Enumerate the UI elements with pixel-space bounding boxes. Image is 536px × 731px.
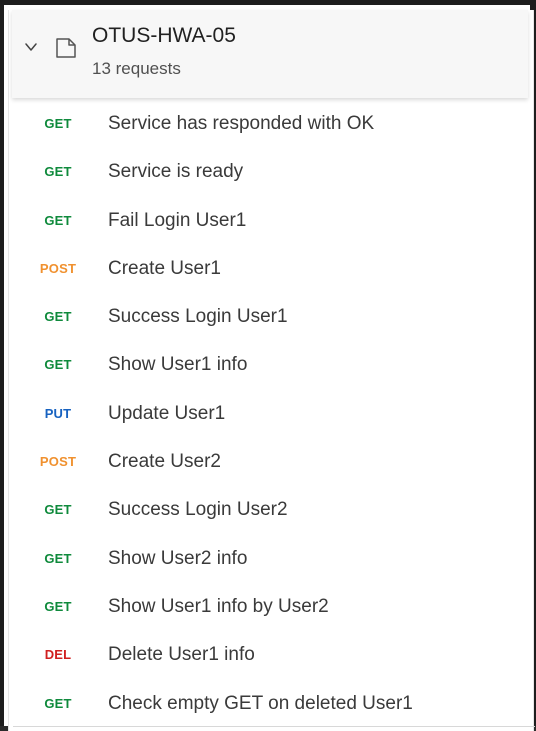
request-method-badge: POST [39, 454, 77, 470]
collection-header[interactable]: OTUS-HWA-05 13 requests [12, 10, 528, 98]
request-method-badge: GET [44, 164, 72, 180]
request-name: Create User1 [108, 257, 221, 279]
request-item[interactable]: GET Success Login User2 [9, 486, 533, 534]
request-name: Update User1 [108, 402, 226, 424]
request-name: Show User1 info by User2 [108, 595, 329, 617]
request-method-badge: GET [44, 695, 72, 711]
request-item[interactable]: GET Success Login User1 [9, 293, 533, 341]
request-item[interactable]: GET Check empty GET on deleted User1 [9, 680, 533, 728]
divider [13, 726, 535, 727]
request-item[interactable]: GET Service is ready [9, 148, 533, 196]
request-item[interactable]: PUT Update User1 [9, 390, 533, 438]
request-method-badge: GET [44, 116, 72, 131]
request-method-badge: GET [44, 550, 72, 566]
request-name: Create User2 [108, 451, 221, 473]
request-method-badge: GET [44, 598, 72, 614]
collection-request-count: 13 requests [92, 59, 181, 78]
request-item[interactable]: GET Fail Login User1 [9, 197, 533, 245]
chevron-down-icon[interactable] [24, 40, 38, 54]
request-name: Check empty GET on deleted User1 [108, 692, 413, 714]
request-item[interactable]: GET Show User2 info [9, 535, 533, 583]
request-item[interactable]: GET Service has responded with OK [9, 100, 533, 148]
request-method-badge: GET [44, 357, 72, 373]
request-name: Fail Login User1 [108, 209, 247, 231]
request-method-badge: GET [44, 502, 72, 518]
request-item[interactable]: POST Create User1 [9, 245, 533, 293]
request-name: Success Login User2 [108, 499, 288, 521]
request-item[interactable]: GET Show User1 info [9, 341, 533, 389]
collection-icon [56, 38, 76, 58]
request-name: Success Login User1 [108, 306, 288, 328]
request-name: Show User2 info [108, 547, 248, 569]
collection-panel: OTUS-HWA-05 13 requests GET Service has r… [8, 10, 535, 731]
request-item[interactable]: POST Create User2 [9, 438, 533, 486]
request-name: Service has responded with OK [108, 113, 375, 134]
request-name: Delete User1 info [108, 644, 255, 666]
request-method-badge: DEL [44, 647, 72, 663]
collection-title[interactable]: OTUS-HWA-05 [92, 24, 236, 48]
request-list: GET Service has responded with OK GET Servi… [9, 100, 533, 728]
request-method-badge: GET [44, 309, 72, 325]
request-name: Show User1 info [108, 354, 248, 376]
request-method-badge: GET [44, 212, 72, 228]
request-item[interactable]: GET Show User1 info by User2 [9, 583, 533, 631]
request-item[interactable]: DEL Delete User1 info [9, 631, 533, 679]
request-method-badge: PUT [44, 405, 72, 421]
request-name: Service is ready [108, 161, 244, 183]
request-method-badge: POST [39, 260, 77, 276]
window-frame: OTUS-HWA-05 13 requests GET Service has r… [0, 0, 536, 731]
